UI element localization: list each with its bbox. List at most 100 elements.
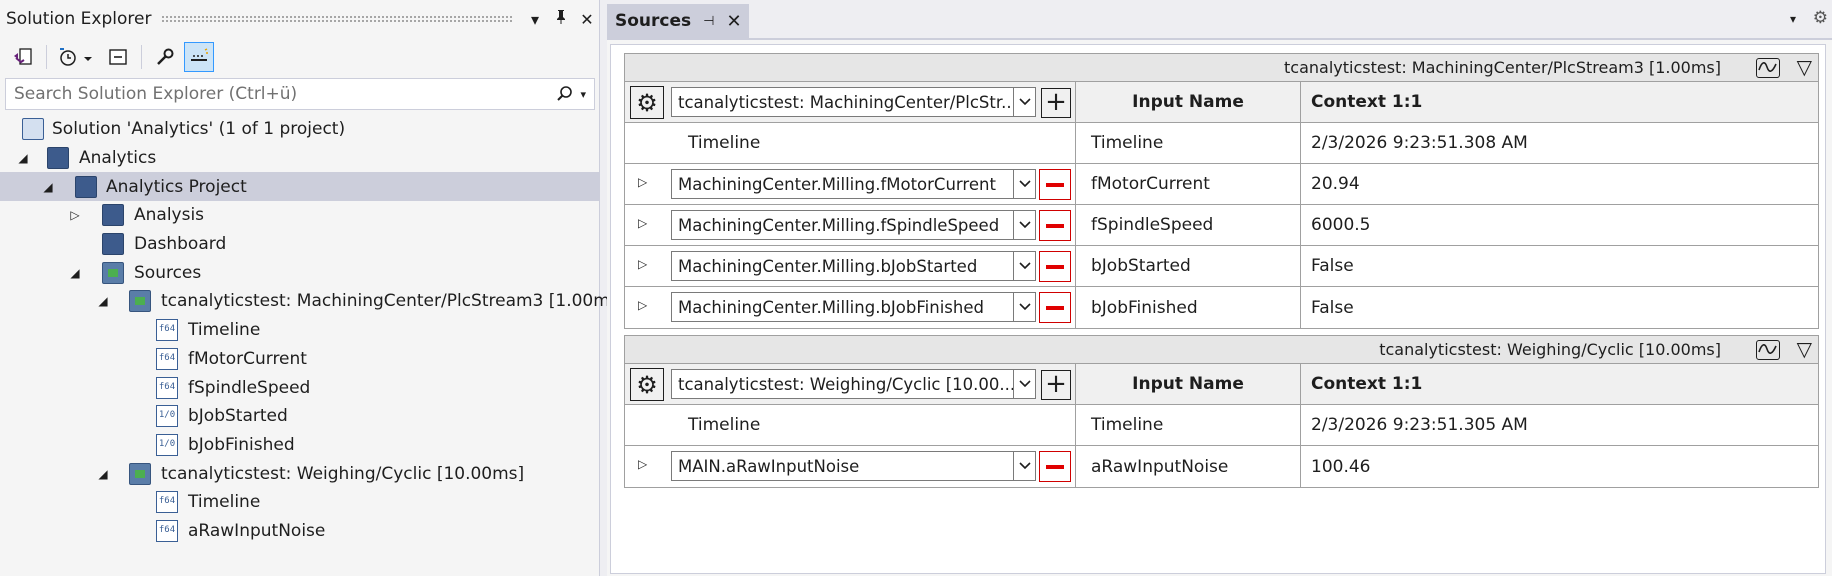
input-name-cell: fSpindleSpeed bbox=[1076, 205, 1301, 245]
group-title: tcanalyticstest: Weighing/Cyclic [10.00m… bbox=[1379, 340, 1721, 359]
collapse-arrow-icon[interactable]: ◢ bbox=[95, 467, 111, 481]
tree-item-variable[interactable]: f64 Timeline bbox=[0, 316, 600, 345]
tree-item-variable[interactable]: 1/0 bJobFinished bbox=[0, 431, 600, 460]
var64-icon: f64 bbox=[156, 491, 178, 514]
chevron-down-icon[interactable] bbox=[1013, 452, 1035, 480]
settings-button[interactable]: ⚙ bbox=[630, 86, 664, 119]
collapse-arrow-icon[interactable]: ◢ bbox=[67, 266, 83, 280]
tree-item-project[interactable]: ◢ Analytics bbox=[0, 144, 600, 173]
group-header: tcanalyticstest: MachiningCenter/PlcStre… bbox=[625, 54, 1818, 82]
chevron-down-icon[interactable] bbox=[1013, 252, 1035, 280]
settings-button[interactable]: ⚙ bbox=[630, 368, 664, 401]
chart-icon[interactable] bbox=[1756, 58, 1780, 78]
symbol-select[interactable]: MachiningCenter.Milling.bJobFinished bbox=[671, 292, 1036, 322]
tree-item-dashboard[interactable]: Dashboard bbox=[0, 230, 600, 259]
symbol-select[interactable]: MAIN.aRawInputNoise bbox=[671, 451, 1036, 481]
tree-item-label: Analysis bbox=[134, 205, 205, 226]
chevron-down-icon[interactable] bbox=[1013, 370, 1035, 398]
expand-arrow-icon[interactable]: ▷ bbox=[638, 216, 647, 230]
bool-icon: 1/0 bbox=[156, 433, 178, 456]
add-input-button[interactable]: + bbox=[1041, 88, 1071, 118]
pin-tab-icon[interactable]: ⊣ bbox=[703, 14, 714, 29]
expand-arrow-icon[interactable]: ▷ bbox=[638, 298, 647, 312]
tree-item-label: bJobStarted bbox=[188, 406, 288, 427]
search-input[interactable] bbox=[14, 84, 557, 104]
sources-document: tcanalyticstest: MachiningCenter/PlcStre… bbox=[607, 38, 1832, 576]
window-position-dropdown-icon[interactable]: ▾ bbox=[522, 10, 548, 29]
search-box[interactable]: ▾ bbox=[5, 78, 595, 110]
chevron-down-icon[interactable] bbox=[1013, 293, 1035, 321]
chevron-down-icon[interactable] bbox=[1013, 211, 1035, 239]
remove-input-button[interactable] bbox=[1039, 451, 1071, 482]
source-select[interactable]: tcanalyticstest: MachiningCenter/PlcStr.… bbox=[671, 87, 1036, 117]
collapse-arrow-icon[interactable]: ◢ bbox=[15, 151, 31, 165]
input-row: ▷ MachiningCenter.Milling.bJobFinished b… bbox=[625, 287, 1818, 328]
expand-arrow-icon[interactable]: ▷ bbox=[638, 257, 647, 271]
collapse-arrow-icon[interactable]: ◢ bbox=[95, 294, 111, 308]
tree-item-variable[interactable]: f64 fSpindleSpeed bbox=[0, 373, 600, 402]
collapse-all-icon bbox=[109, 49, 127, 65]
symbol-select[interactable]: MachiningCenter.Milling.fSpindleSpeed bbox=[671, 210, 1036, 240]
expand-arrow-icon[interactable]: ▷ bbox=[638, 175, 647, 189]
tab-list-dropdown-icon[interactable]: ▾ bbox=[1790, 12, 1796, 26]
tree-item-variable[interactable]: 1/0 bJobStarted bbox=[0, 402, 600, 431]
search-icon[interactable] bbox=[556, 85, 574, 103]
search-options-dropdown-icon[interactable]: ▾ bbox=[580, 88, 586, 101]
expand-arrow-icon[interactable]: ▷ bbox=[67, 208, 83, 222]
drag-grip[interactable] bbox=[161, 15, 514, 23]
remove-input-button[interactable] bbox=[1039, 169, 1071, 200]
input-name-cell: bJobStarted bbox=[1076, 246, 1301, 286]
tree-item-variable[interactable]: f64 Timeline bbox=[0, 488, 600, 517]
analysis-icon bbox=[102, 204, 124, 227]
tree-item-analysis[interactable]: ▷ Analysis bbox=[0, 201, 600, 230]
tree-item-sources[interactable]: ◢ Sources bbox=[0, 258, 600, 287]
collapse-arrow-icon[interactable]: ◢ bbox=[40, 180, 56, 194]
tree-item-label: Analytics bbox=[79, 148, 157, 169]
tree-item-stream-weighing[interactable]: ◢ tcanalyticstest: Weighing/Cyclic [10.0… bbox=[0, 459, 600, 488]
tree-item-stream-machining[interactable]: ◢ tcanalyticstest: MachiningCenter/PlcSt… bbox=[0, 287, 625, 316]
pending-changes-filter-button[interactable] bbox=[55, 42, 99, 72]
chevron-down-icon[interactable] bbox=[1013, 88, 1035, 116]
chart-icon[interactable] bbox=[1756, 340, 1780, 360]
pin-icon[interactable] bbox=[548, 9, 574, 29]
collapse-all-button[interactable] bbox=[103, 42, 133, 72]
remove-input-button[interactable] bbox=[1039, 251, 1071, 282]
solution-explorer-titlebar: Solution Explorer ▾ ✕ bbox=[0, 0, 600, 38]
column-header-input-name: Input Name bbox=[1076, 82, 1301, 122]
symbol-select[interactable]: MachiningCenter.Milling.fMotorCurrent bbox=[671, 169, 1036, 199]
context-value-cell: 2/3/2026 9:23:51.305 AM bbox=[1311, 415, 1528, 435]
preview-selected-items-button[interactable] bbox=[184, 42, 214, 72]
source-select[interactable]: tcanalyticstest: Weighing/Cyclic [10.00.… bbox=[671, 369, 1036, 399]
symbol-select[interactable]: MachiningCenter.Milling.bJobStarted bbox=[671, 251, 1036, 281]
symbol-select-value: MachiningCenter.Milling.fSpindleSpeed bbox=[678, 215, 1000, 235]
document-tab-bar: Sources ⊣ ✕ ▾ ⚙ bbox=[607, 0, 1832, 38]
symbol-select-value: MAIN.aRawInputNoise bbox=[678, 456, 860, 476]
input-name-cell: aRawInputNoise bbox=[1076, 446, 1301, 487]
gear-icon[interactable]: ⚙ bbox=[1813, 8, 1828, 28]
tree-item-variable[interactable]: f64 fMotorCurrent bbox=[0, 345, 600, 374]
chevron-down-icon[interactable] bbox=[1013, 170, 1035, 198]
filter-icon[interactable]: ▽ bbox=[1797, 337, 1812, 361]
symbol-select-value: MachiningCenter.Milling.bJobStarted bbox=[678, 256, 978, 276]
input-row: ▷ MAIN.aRawInputNoise aRawInputNoise 100… bbox=[625, 446, 1818, 487]
switch-views-button[interactable] bbox=[8, 42, 38, 72]
filter-icon[interactable]: ▽ bbox=[1797, 55, 1812, 79]
input-name-cell: Timeline bbox=[1076, 123, 1301, 163]
tree-item-label: Timeline bbox=[188, 320, 261, 341]
source-select-value: tcanalyticstest: Weighing/Cyclic [10.00.… bbox=[678, 374, 1013, 394]
solution-explorer-toolbar bbox=[0, 38, 600, 76]
close-icon[interactable]: ✕ bbox=[574, 10, 600, 29]
expand-arrow-icon[interactable]: ▷ bbox=[638, 457, 647, 471]
add-input-button[interactable]: + bbox=[1041, 370, 1071, 400]
remove-input-button[interactable] bbox=[1039, 292, 1071, 323]
input-name-cell: bJobFinished bbox=[1076, 287, 1301, 328]
tab-sources[interactable]: Sources ⊣ ✕ bbox=[607, 4, 749, 38]
tree-item-solution[interactable]: Solution 'Analytics' (1 of 1 project) bbox=[0, 115, 600, 144]
context-value-cell: 2/3/2026 9:23:51.308 AM bbox=[1311, 133, 1528, 153]
tree-item-label: aRawInputNoise bbox=[188, 520, 326, 541]
close-tab-icon[interactable]: ✕ bbox=[726, 11, 741, 32]
remove-input-button[interactable] bbox=[1039, 210, 1071, 241]
tree-item-variable[interactable]: f64 aRawInputNoise bbox=[0, 517, 600, 546]
tree-item-analytics-project[interactable]: ◢ Analytics Project bbox=[0, 172, 600, 202]
properties-button[interactable] bbox=[150, 42, 180, 72]
